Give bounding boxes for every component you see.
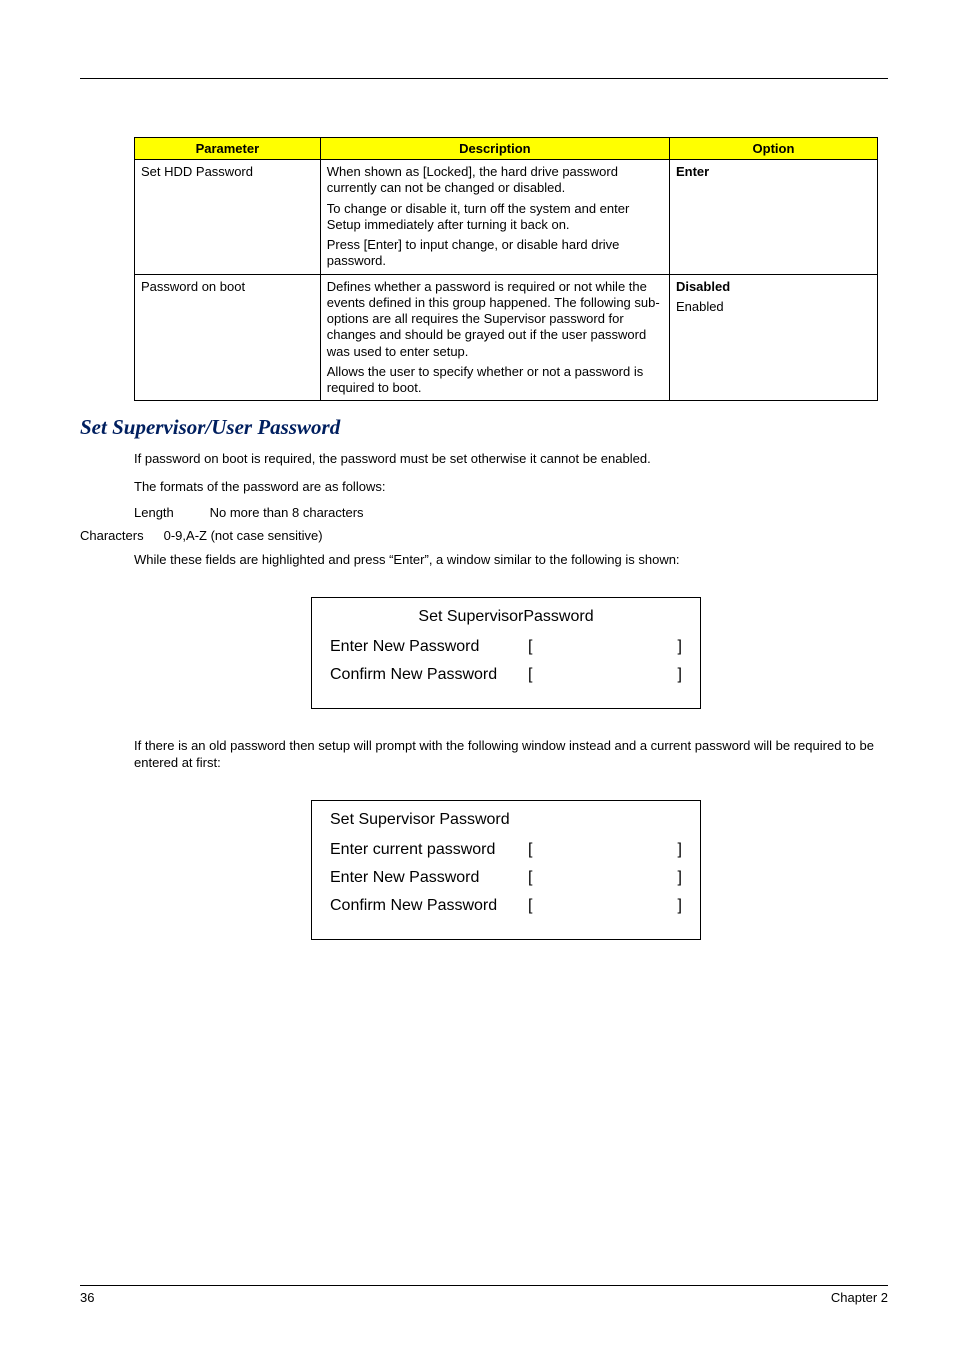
characters-label: Characters [80, 528, 160, 543]
section-heading: Set Supervisor/User Password [80, 415, 878, 440]
top-rule [80, 78, 888, 79]
length-value: No more than 8 characters [210, 505, 364, 520]
format-length-line: Length No more than 8 characters [134, 505, 878, 520]
option-value: Enter [676, 164, 871, 180]
set-supervisor-password-dialog-existing: Set Supervisor Password Enter current pa… [311, 800, 701, 940]
length-label: Length [134, 505, 206, 520]
desc-para: Allows the user to specify whether or no… [327, 364, 663, 397]
dialog-row-current: Enter current password [ ] [330, 841, 682, 859]
bracket-close: ] [670, 841, 682, 859]
bracket-close: ] [670, 638, 682, 656]
th-description: Description [320, 138, 669, 160]
dialog-label: Confirm New Password [330, 666, 528, 684]
bracket-open: [ [528, 638, 540, 656]
dialog-label: Enter current password [330, 841, 528, 859]
dialog-row-confirm: Confirm New Password [ ] [330, 897, 682, 915]
cell-option: Enter [669, 160, 877, 275]
table-header-row: Parameter Description Option [135, 138, 878, 160]
dialog-title: Set Supervisor Password [330, 811, 682, 829]
cell-description: Defines whether a password is required o… [320, 274, 669, 401]
option-value: Disabled [676, 279, 871, 295]
table-row: Set HDD Password When shown as [Locked],… [135, 160, 878, 275]
footer-rule [80, 1285, 888, 1286]
desc-para: When shown as [Locked], the hard drive p… [327, 164, 663, 197]
format-characters-line: Characters 0-9,A-Z (not case sensitive) [80, 528, 878, 543]
body-paragraph: If there is an old password then setup w… [134, 737, 878, 772]
option-value: Enabled [676, 299, 871, 315]
cell-option: Disabled Enabled [669, 274, 877, 401]
bracket-close: ] [670, 897, 682, 915]
page-number: 36 [80, 1290, 94, 1305]
dialog-label: Confirm New Password [330, 897, 528, 915]
bracket-close: ] [670, 869, 682, 887]
th-option: Option [669, 138, 877, 160]
desc-para: Press [Enter] to input change, or disabl… [327, 237, 663, 270]
page-footer: 36 Chapter 2 [80, 1285, 888, 1305]
dialog-label: Enter New Password [330, 638, 528, 656]
cell-param: Set HDD Password [135, 160, 321, 275]
table-row: Password on boot Defines whether a passw… [135, 274, 878, 401]
cell-param: Password on boot [135, 274, 321, 401]
desc-para: To change or disable it, turn off the sy… [327, 201, 663, 234]
bracket-open: [ [528, 869, 540, 887]
bracket-open: [ [528, 666, 540, 684]
bracket-open: [ [528, 897, 540, 915]
body-paragraph: The formats of the password are as follo… [134, 478, 878, 496]
dialog-row-enter-new: Enter New Password [ ] [330, 869, 682, 887]
dialog-title: Set SupervisorPassword [330, 608, 682, 626]
bracket-open: [ [528, 841, 540, 859]
dialog-label: Enter New Password [330, 869, 528, 887]
chapter-label: Chapter 2 [831, 1290, 888, 1305]
parameter-table: Parameter Description Option Set HDD Pas… [134, 137, 878, 401]
body-paragraph: If password on boot is required, the pas… [134, 450, 878, 468]
dialog-row-enter-new: Enter New Password [ ] [330, 638, 682, 656]
dialog-row-confirm: Confirm New Password [ ] [330, 666, 682, 684]
bracket-close: ] [670, 666, 682, 684]
desc-para: Defines whether a password is required o… [327, 279, 663, 360]
cell-description: When shown as [Locked], the hard drive p… [320, 160, 669, 275]
th-parameter: Parameter [135, 138, 321, 160]
characters-value: 0-9,A-Z (not case sensitive) [164, 528, 323, 543]
body-paragraph: While these fields are highlighted and p… [134, 551, 878, 569]
set-supervisor-password-dialog-new: Set SupervisorPassword Enter New Passwor… [311, 597, 701, 709]
